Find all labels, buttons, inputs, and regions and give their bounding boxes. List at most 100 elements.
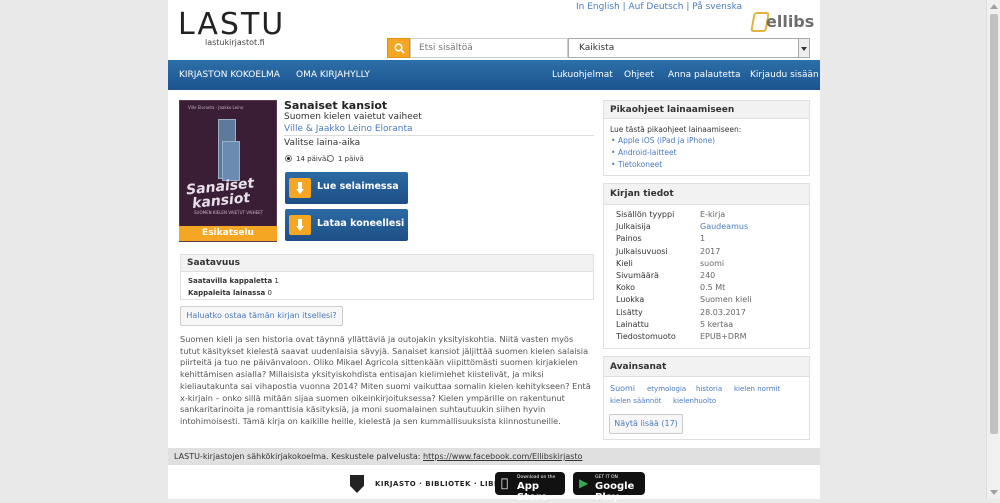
loan-period-label-14-days: 14 päivää bbox=[296, 155, 331, 163]
nav-help[interactable]: Ohjeet bbox=[624, 60, 654, 90]
book-info-value: E-kirja bbox=[700, 210, 726, 219]
book-info-value: 240 bbox=[700, 271, 716, 280]
ellibs-logo-text: ellibs bbox=[766, 12, 815, 31]
cover-subtitle: SUOMEN KIELEN VAIETUT VAIHEET bbox=[194, 210, 264, 215]
search-scope-value: Kaikista bbox=[579, 43, 615, 53]
loan-period-label-1-day: 1 päivä bbox=[338, 155, 364, 163]
show-more-keywords-button[interactable]: Näytä lisää (17) bbox=[609, 414, 683, 434]
main-navbar: KIRJASTON KOKOELMA OMA KIRJAHYLLY Lukuoh… bbox=[168, 60, 820, 90]
nav-reading-apps[interactable]: Lukuohjelmat bbox=[552, 60, 613, 90]
availability-label: Saatavilla kappaletta bbox=[188, 277, 273, 285]
keyword-tag[interactable]: kielenhuolto bbox=[673, 397, 716, 405]
nav-my-bookshelf[interactable]: OMA KIRJAHYLLY bbox=[296, 60, 370, 90]
app-store-small-text: Download on the bbox=[517, 475, 556, 480]
read-in-browser-label: Lue selaimessa bbox=[317, 181, 399, 192]
book-info-heading: Kirjan tiedot bbox=[604, 184, 809, 205]
book-info-value[interactable]: Gaudeamus bbox=[700, 222, 748, 231]
cloud-download-icon bbox=[289, 178, 311, 198]
search-scope-select[interactable]: Kaikista bbox=[568, 38, 810, 58]
book-info-value: 28.03.2017 bbox=[700, 307, 746, 317]
chevron-down-icon[interactable] bbox=[798, 39, 809, 57]
keyword-tag[interactable]: Suomi bbox=[610, 384, 635, 393]
availability-row-available: Saatavilla kappaletta 1 bbox=[188, 277, 279, 285]
book-info-key: Julkaisija bbox=[616, 222, 651, 232]
google-play-small-text: GET IT ON bbox=[595, 475, 618, 480]
quick-help-link-computers[interactable]: Tietokoneet bbox=[611, 160, 662, 169]
availability-label: Kappaleita lainassa bbox=[188, 289, 266, 297]
site-logo[interactable]: LASTU bbox=[178, 10, 285, 40]
book-info-key: Sivumäärä bbox=[616, 271, 659, 280]
language-links: In English | Auf Deutsch | På svenska bbox=[576, 2, 742, 12]
scroll-down-arrow-icon[interactable] bbox=[990, 490, 998, 495]
search-button[interactable] bbox=[387, 38, 410, 58]
lang-link-german[interactable]: Auf Deutsch bbox=[629, 2, 684, 12]
google-play-big-text: Google Play bbox=[595, 481, 635, 503]
nav-library-collection[interactable]: KIRJASTON KOKOELMA bbox=[179, 60, 280, 90]
availability-heading: Saatavuus bbox=[181, 255, 593, 272]
keyword-tag[interactable]: kielen säännöt bbox=[610, 397, 661, 405]
scrollbar-thumb[interactable] bbox=[990, 14, 998, 434]
book-info-key: Lisätty bbox=[616, 307, 643, 317]
book-title: Sanaiset kansiot bbox=[284, 99, 388, 112]
book-info-key: Kieli bbox=[616, 258, 633, 268]
read-in-browser-button[interactable]: Lue selaimessa bbox=[285, 172, 408, 204]
download-label: Lataa koneellesi bbox=[317, 218, 405, 229]
preview-button[interactable]: Esikatselu bbox=[179, 226, 277, 241]
search-icon bbox=[394, 43, 405, 54]
book-info-key: Sisällön tyyppi bbox=[616, 210, 675, 219]
keyword-tag[interactable]: kielen normit bbox=[734, 385, 780, 393]
site-logo-subtitle: lastukirjastot.fi bbox=[205, 38, 265, 47]
google-play-badge[interactable]: ▶ GET IT ON Google Play bbox=[573, 472, 645, 503]
book-cover[interactable]: Ville Eloranta · Jaakko Leino Sanaiset k… bbox=[179, 100, 277, 242]
keyword-tag[interactable]: etymologia bbox=[647, 385, 686, 393]
book-info-value: 0.5 Mt bbox=[700, 283, 726, 293]
lang-link-swedish[interactable]: På svenska bbox=[692, 2, 742, 12]
scroll-up-arrow-icon[interactable] bbox=[990, 4, 998, 9]
availability-value: 0 bbox=[267, 289, 272, 297]
app-store-badge[interactable]:  Download on the App Store bbox=[495, 472, 565, 503]
book-info-key: Julkaisuvuosi bbox=[616, 246, 668, 256]
book-description: Suomen kieli ja sen historia ovat täynnä… bbox=[180, 334, 591, 426]
download-arrow-icon bbox=[289, 215, 311, 235]
footer-facebook-link[interactable]: https://www.facebook.com/Ellibskirjasto bbox=[423, 452, 582, 461]
book-info-key: Koko bbox=[616, 283, 635, 293]
footer-text: LASTU-kirjastojen sähkökirjakokoelma. Ke… bbox=[174, 452, 424, 461]
quick-help-link-ios[interactable]: Apple iOS (iPad ja iPhone) bbox=[611, 136, 715, 145]
book-subtitle: Suomen kielen vaietut vaiheet bbox=[284, 112, 422, 122]
loan-period-radio-1-day[interactable] bbox=[327, 155, 334, 162]
app-store-big-text: App Store bbox=[517, 481, 548, 503]
nav-feedback[interactable]: Anna palautetta bbox=[668, 60, 741, 90]
availability-value: 1 bbox=[274, 277, 279, 285]
loan-period-radio-14-days[interactable] bbox=[285, 155, 292, 162]
book-info-key: Tiedostomuoto bbox=[616, 332, 676, 341]
keyword-tag[interactable]: historia bbox=[696, 385, 722, 393]
book-info-key: Lainattu bbox=[616, 319, 649, 329]
window-scrollbar[interactable] bbox=[986, 0, 1000, 499]
availability-panel: Saatavuus Saatavilla kappaletta 1 Kappal… bbox=[180, 254, 594, 300]
quick-help-heading: Pikaohjeet lainaamiseen bbox=[604, 101, 809, 119]
footer-bar: LASTU-kirjastojen sähkökirjakokoelma. Ke… bbox=[168, 448, 820, 465]
book-info-key: Painos bbox=[616, 234, 642, 244]
quick-help-intro: Lue tästä pikaohjeet lainaamiseen: bbox=[610, 125, 742, 134]
book-info-value: 5 kertaa bbox=[700, 319, 734, 329]
book-info-value: 1 bbox=[700, 234, 706, 244]
book-info-value: 2017 bbox=[700, 246, 721, 256]
lang-link-english[interactable]: In English bbox=[576, 2, 620, 12]
book-info-key: Luokka bbox=[616, 295, 645, 305]
book-info-value: EPUB+DRM bbox=[700, 332, 747, 341]
cover-drawer-illustration bbox=[222, 141, 240, 181]
quick-help-panel: Pikaohjeet lainaamiseen Lue tästä pikaoh… bbox=[603, 100, 810, 176]
buy-book-button[interactable]: Haluatko ostaa tämän kirjan itsellesi? bbox=[180, 306, 343, 326]
google-play-icon: ▶ bbox=[579, 476, 589, 490]
loan-period-label: Valitse laina-aika bbox=[284, 138, 361, 148]
download-button[interactable]: Lataa koneellesi bbox=[285, 209, 408, 241]
book-info-value: suomi bbox=[700, 258, 725, 268]
quick-help-link-android[interactable]: Android-laitteet bbox=[611, 148, 676, 157]
apple-icon:  bbox=[501, 477, 508, 489]
nav-login[interactable]: Kirjaudu sisään bbox=[750, 60, 819, 90]
search-input[interactable] bbox=[410, 38, 568, 58]
keywords-heading: Avainsanat bbox=[604, 357, 809, 377]
availability-row-on-loan: Kappaleita lainassa 0 bbox=[188, 289, 272, 297]
book-authors-link[interactable]: Ville & Jaakko Leino Eloranta bbox=[284, 124, 413, 134]
ellibs-logo[interactable]: ellibs bbox=[750, 8, 815, 34]
